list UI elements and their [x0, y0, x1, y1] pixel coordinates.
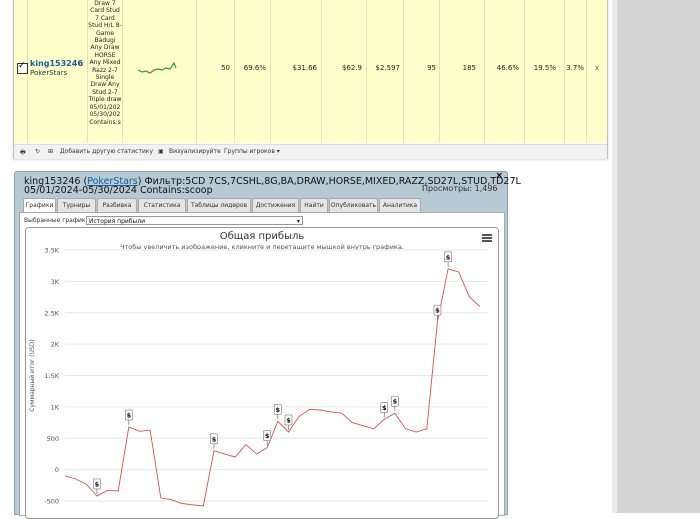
star-icon[interactable]: ☆	[77, 59, 85, 69]
chart-select[interactable]: История прибыли ▾	[86, 216, 303, 225]
table-cell: 69.6%	[243, 64, 266, 72]
y-tick-label: 500	[47, 435, 59, 443]
print-icon[interactable]: 🖶	[20, 148, 26, 158]
marker-label: $	[212, 435, 217, 443]
y-tick-label: 1K	[51, 403, 60, 411]
games-filter-text: Draw 7 Card Stud 7 Card Stud H/L 8-Game …	[88, 0, 122, 126]
tab-achievements[interactable]: Достижения	[252, 198, 299, 212]
y-tick-label: 0	[55, 466, 59, 474]
tab-leaderboards[interactable]: Таблицы лидеров	[187, 198, 251, 212]
table-cell: 46.6%	[496, 64, 519, 72]
tab-statistics[interactable]: Статистика	[138, 198, 186, 212]
player-name-link[interactable]: king153246	[30, 59, 83, 68]
y-axis-label: Суммарный итог (USD)	[29, 339, 36, 411]
table-cell: 19.5%	[533, 64, 556, 72]
table-cell: 95	[427, 64, 436, 72]
player-groups-dropdown[interactable]: Группы игроков ▾	[224, 148, 280, 155]
table-row[interactable]: king153246 PokerStars ☆ Draw 7 Card Stud…	[14, 0, 607, 143]
marker-label: $	[446, 253, 451, 261]
views-count: Просмотры: 1,496	[422, 184, 498, 193]
profit-series-line	[64, 268, 481, 507]
visualize-button[interactable]: Визуализируйте	[169, 148, 221, 155]
marker-label: $	[286, 416, 291, 424]
page-gutter	[612, 0, 700, 513]
y-tick-label: 1.5K	[44, 372, 59, 380]
tab-publish[interactable]: Опубликовать	[329, 198, 378, 212]
player-site: PokerStars	[30, 69, 68, 77]
chart-select-label: Выбранные графики:	[24, 217, 92, 224]
refresh-icon[interactable]: ↻	[35, 148, 40, 155]
y-tick-label: 2K	[51, 341, 60, 349]
tab-tournaments[interactable]: Турниры	[57, 198, 96, 212]
table-toolbar: 🖶 ↻ ⊞ Добавить другую статистику ▣ Визуа…	[14, 144, 607, 159]
stats-window: × king153246 (PokerStars) Фильтр:5CD 7CS…	[14, 171, 521, 519]
table-cell: 185	[462, 64, 476, 72]
table-cell: 3.7%	[566, 64, 584, 72]
table-cell: $62.9	[341, 64, 362, 72]
marker-label: $	[276, 406, 281, 414]
tab-breakdown[interactable]: Разбивка	[97, 198, 137, 212]
y-tick-label: 2.5K	[44, 309, 59, 317]
chart-svg: 3.5K 3K 2.5K 2K 1.5K 1K 500 0 -500 Суммарный итог…	[29, 247, 488, 507]
row-checkbox[interactable]	[17, 61, 28, 74]
marker-label: $	[393, 398, 398, 406]
marker-label: $	[435, 307, 440, 315]
remove-row-icon[interactable]: x	[595, 64, 599, 72]
tab-analytics[interactable]: Аналитика	[379, 198, 421, 212]
marker-label: $	[127, 411, 132, 419]
tab-find[interactable]: Найти	[300, 198, 328, 212]
add-icon[interactable]: ⊞	[48, 148, 53, 155]
table-cell: $2.597	[375, 64, 401, 72]
tab-content: Выбранные графики: История прибыли ▾ Общ…	[19, 212, 505, 519]
marker-label: $	[382, 404, 387, 412]
add-stat-button[interactable]: Добавить другую статистику	[60, 148, 153, 155]
chevron-down-icon: ▾	[296, 218, 300, 225]
chart-select-value: История прибыли	[89, 218, 145, 225]
marker-label: $	[265, 432, 270, 440]
y-tick-label: -500	[44, 498, 59, 506]
filter-line2: 05/01/2024-05/30/2024 Contains:scoop	[24, 185, 213, 196]
table-cell: 50	[221, 64, 230, 72]
table-cell: $31.66	[292, 64, 318, 72]
marker-label: $	[95, 480, 100, 488]
player-table-panel: king153246 PokerStars ☆ Draw 7 Card Stud…	[13, 0, 608, 159]
sparkline-chart	[137, 61, 177, 74]
y-tick-label: 3.5K	[44, 247, 59, 255]
tab-charts[interactable]: Графики	[23, 198, 56, 213]
profit-chart[interactable]: Общая прибыль Чтобы увеличить изображени…	[25, 227, 499, 519]
chart-icon[interactable]: ▣	[158, 148, 164, 155]
y-tick-label: 3K	[51, 278, 60, 286]
